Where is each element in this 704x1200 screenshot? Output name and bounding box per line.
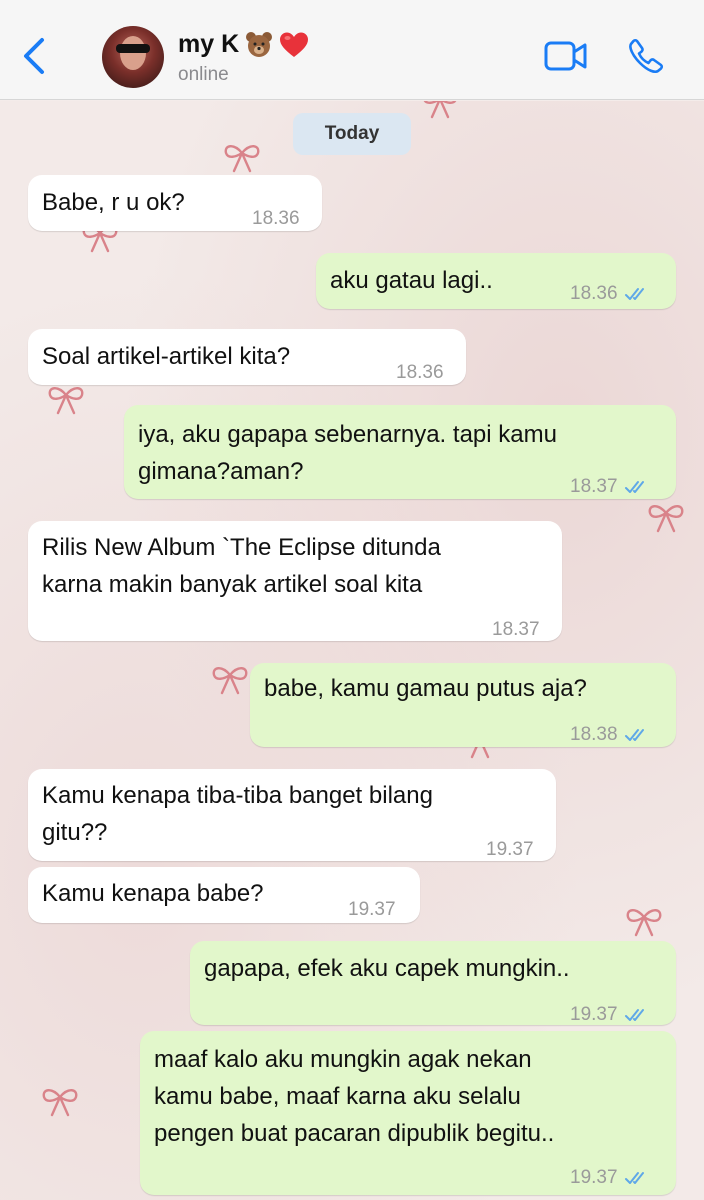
read-ticks-icon: [624, 728, 644, 741]
message-time-row: 18.38: [570, 716, 650, 753]
message-incoming[interactable]: Kamu kenapa babe? 19.37: [28, 867, 420, 923]
chat-header: my K online: [0, 0, 704, 100]
message-time-row: 19.37: [570, 1159, 650, 1196]
ribbon-bow-icon: [648, 505, 684, 533]
back-chevron-icon: [24, 38, 44, 74]
heart-emoji-icon: [280, 32, 309, 57]
ribbon-bow-icon: [423, 101, 457, 119]
read-ticks-icon: [624, 287, 644, 300]
message-time: 19.37: [570, 1004, 618, 1025]
read-ticks-icon: [624, 1008, 644, 1021]
message-outgoing[interactable]: maaf kalo aku mungkin agak nekan kamu ba…: [140, 1031, 676, 1195]
message-incoming[interactable]: Babe, r u ok? 18.36: [28, 175, 322, 231]
read-ticks-icon: [624, 1171, 644, 1184]
message-time: 18.37: [492, 619, 540, 640]
message-text: Kamu kenapa babe?: [42, 880, 264, 907]
contact-name-text: my K: [178, 30, 240, 58]
contact-name[interactable]: my K: [178, 30, 309, 59]
message-incoming[interactable]: Rilis New Album `The Eclipse ditunda kar…: [28, 521, 562, 641]
phone-icon: [629, 38, 664, 74]
read-ticks-icon: [624, 480, 644, 493]
message-time: 19.37: [570, 1167, 618, 1188]
message-outgoing[interactable]: babe, kamu gamau putus aja? 18.38: [250, 663, 676, 747]
video-call-icon: [544, 41, 587, 71]
message-text: gapapa, efek aku capek mungkin..: [204, 955, 570, 982]
message-time-row: 18.36: [570, 275, 650, 312]
message-text: iya, aku gapapa sebenarnya. tapi kamu gi…: [138, 421, 557, 485]
message-time: 18.38: [570, 724, 618, 745]
message-text: babe, kamu gamau putus aja?: [264, 675, 587, 702]
message-outgoing[interactable]: iya, aku gapapa sebenarnya. tapi kamu gi…: [124, 405, 676, 499]
back-button[interactable]: [16, 34, 56, 78]
message-outgoing[interactable]: aku gatau lagi.. 18.36: [316, 253, 676, 309]
contact-status: online: [178, 64, 229, 85]
date-separator: Today: [293, 113, 411, 155]
message-incoming[interactable]: Soal artikel-artikel kita? 18.36: [28, 329, 466, 385]
message-time: 18.36: [396, 362, 444, 383]
message-text: aku gatau lagi..: [330, 267, 493, 294]
ribbon-bow-icon: [224, 145, 260, 173]
video-call-button[interactable]: [544, 40, 588, 72]
message-incoming[interactable]: Kamu kenapa tiba-tiba banget bilang gitu…: [28, 769, 556, 861]
message-time-row: 18.37: [570, 468, 650, 505]
message-time: 19.37: [348, 899, 396, 920]
message-outgoing[interactable]: gapapa, efek aku capek mungkin.. 19.37: [190, 941, 676, 1025]
bear-emoji-icon: [246, 31, 273, 57]
ribbon-bow-icon: [48, 387, 84, 415]
message-time: 18.36: [570, 283, 618, 304]
message-text: Kamu kenapa tiba-tiba banget bilang gitu…: [42, 782, 433, 846]
message-text: Babe, r u ok?: [42, 189, 185, 216]
ribbon-bow-icon: [212, 667, 248, 695]
message-text: maaf kalo aku mungkin agak nekan kamu ba…: [154, 1046, 555, 1147]
message-time: 19.37: [486, 839, 534, 860]
voice-call-button[interactable]: [628, 38, 664, 74]
message-time: 18.36: [252, 208, 300, 229]
contact-avatar[interactable]: [102, 26, 164, 88]
message-time: 18.37: [570, 476, 618, 497]
message-text: Soal artikel-artikel kita?: [42, 343, 291, 370]
message-time-row: 19.37: [570, 996, 650, 1033]
avatar-glasses: [116, 44, 150, 53]
ribbon-bow-icon: [42, 1089, 78, 1117]
chat-area[interactable]: Today Babe, r u ok? 18.36 aku gatau lagi…: [0, 101, 704, 1200]
ribbon-bow-icon: [626, 909, 662, 937]
avatar-face: [120, 36, 146, 70]
message-text: Rilis New Album `The Eclipse ditunda kar…: [42, 534, 441, 598]
